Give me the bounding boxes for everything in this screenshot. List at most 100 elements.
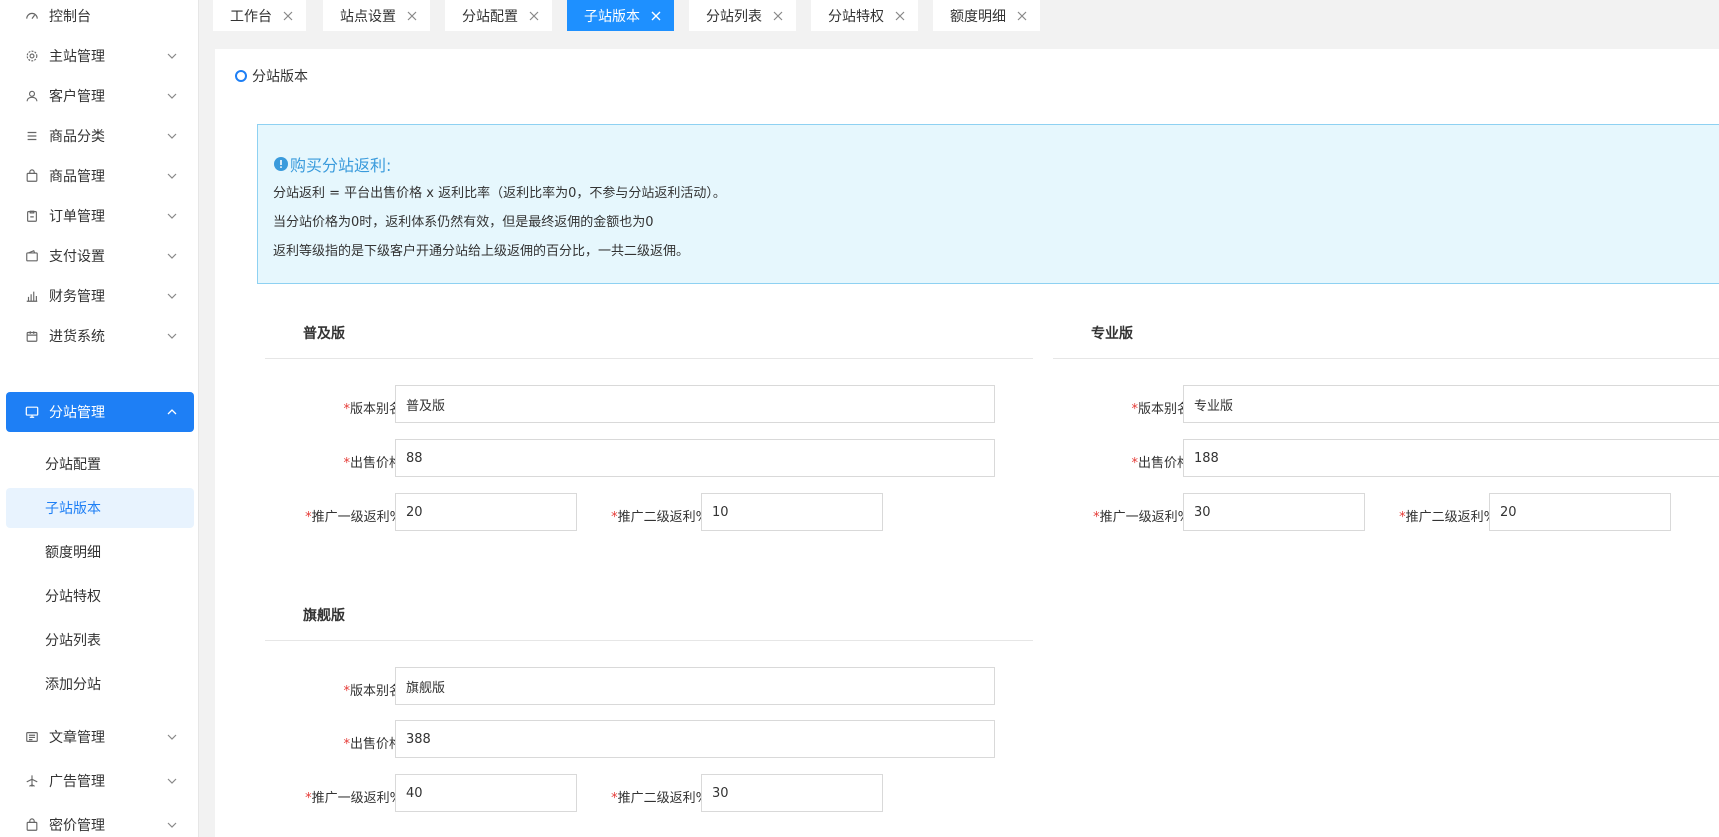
sidebar-item-label: 主站管理 <box>49 49 105 65</box>
list-icon <box>25 129 39 143</box>
alias-label: *版本别名 <box>1131 402 1190 417</box>
notice-title: 购买分站返利: <box>274 152 391 176</box>
user-icon <box>25 89 39 103</box>
level2-label: *推广二级返利% <box>611 510 708 525</box>
notice-line: 分站返利 = 平台出售价格 x 返利比率（返利比率为0，不参与分站返利活动）。 <box>273 186 726 201</box>
tab-label: 站点设置 <box>340 8 396 25</box>
level1-label: *推广一级返利% <box>1093 510 1190 525</box>
version-title: 专业版 <box>1091 326 1133 342</box>
notice-line: 返利等级指的是下级客户开通分站给上级返佣的百分比，一共二级返佣。 <box>273 244 690 259</box>
cart-icon <box>25 329 39 343</box>
circle-icon <box>235 70 247 82</box>
level1-input[interactable] <box>1183 493 1365 531</box>
sidebar-subitem-list[interactable]: 分站列表 <box>6 620 194 660</box>
wallet-icon <box>25 249 39 263</box>
tab-label: 分站特权 <box>828 8 884 25</box>
chevron-up-icon <box>166 406 178 418</box>
alias-label: *版本别名 <box>343 402 402 417</box>
sidebar-item-payment[interactable]: 支付设置 <box>6 236 194 276</box>
close-icon[interactable] <box>772 10 784 22</box>
level2-input[interactable] <box>701 493 883 531</box>
page-title: 分站版本 <box>235 66 308 86</box>
sidebar-item-substation[interactable]: 分站管理 <box>6 392 194 432</box>
divider <box>265 640 1033 641</box>
tab-quota-details[interactable]: 额度明细 <box>933 0 1040 31</box>
chevron-down-icon <box>166 170 178 182</box>
sidebar-item-customers[interactable]: 客户管理 <box>6 76 194 116</box>
close-icon[interactable] <box>894 10 906 22</box>
sidebar-item-articles[interactable]: 文章管理 <box>6 717 194 757</box>
sidebar-item-label: 密价管理 <box>49 818 105 834</box>
monitor-icon <box>25 405 39 419</box>
sidebar-subitem-config[interactable]: 分站配置 <box>6 444 194 484</box>
sidebar-item-orders[interactable]: 订单管理 <box>6 196 194 236</box>
gear-icon <box>25 49 39 63</box>
sidebar-item-label: 控制台 <box>49 9 91 25</box>
tab-label: 分站列表 <box>706 8 762 25</box>
sidebar-item-products[interactable]: 商品管理 <box>6 156 194 196</box>
tab-substation-config[interactable]: 分站配置 <box>445 0 552 31</box>
level2-input[interactable] <box>701 774 883 812</box>
level1-input[interactable] <box>395 774 577 812</box>
notice-line: 当分站价格为0时，返利体系仍然有效，但是最终返佣的金额也为0 <box>273 215 654 230</box>
sidebar-item-ads[interactable]: 广告管理 <box>6 761 194 801</box>
alias-input[interactable] <box>395 667 995 705</box>
tab-label: 分站配置 <box>462 8 518 25</box>
level2-label: *推广二级返利% <box>611 791 708 806</box>
price-label: *出售价格 <box>343 456 402 471</box>
sidebar-item-label: 文章管理 <box>49 730 105 746</box>
alias-input[interactable] <box>1183 385 1719 423</box>
close-icon[interactable] <box>528 10 540 22</box>
sidebar-subitem-versions[interactable]: 子站版本 <box>6 488 194 528</box>
price-input[interactable] <box>395 720 995 758</box>
tab-bar: 工作台 站点设置 分站配置 子站版本 分站列表 分站特权 额度明细 <box>200 0 1719 34</box>
alias-input[interactable] <box>395 385 995 423</box>
sidebar-item-label: 财务管理 <box>49 289 105 305</box>
tab-label: 工作台 <box>230 8 272 25</box>
sidebar-item-label: 客户管理 <box>49 89 105 105</box>
sidebar: 控制台 主站管理 客户管理 商品分类 商品管理 订单管理 支付设置 财务管理 进… <box>0 0 199 837</box>
bag-icon <box>25 818 39 832</box>
dashboard-icon <box>25 9 39 23</box>
sidebar-subitem-privileges[interactable]: 分站特权 <box>6 576 194 616</box>
chevron-down-icon <box>166 50 178 62</box>
sidebar-subitem-add[interactable]: 添加分站 <box>6 664 194 704</box>
tab-workbench[interactable]: 工作台 <box>213 0 306 31</box>
sidebar-item-categories[interactable]: 商品分类 <box>6 116 194 156</box>
main-card: 分站版本 购买分站返利: 分站返利 = 平台出售价格 x 返利比率（返利比率为0… <box>215 49 1719 837</box>
level2-input[interactable] <box>1489 493 1671 531</box>
price-input[interactable] <box>1183 439 1719 477</box>
close-icon[interactable] <box>650 10 662 22</box>
sidebar-item-finance[interactable]: 财务管理 <box>6 276 194 316</box>
close-icon[interactable] <box>406 10 418 22</box>
tab-sub-versions[interactable]: 子站版本 <box>567 0 674 31</box>
tab-label: 子站版本 <box>584 8 640 25</box>
sidebar-item-dashboard[interactable]: 控制台 <box>6 0 194 36</box>
level1-label: *推广一级返利% <box>305 510 402 525</box>
tab-substation-privileges[interactable]: 分站特权 <box>811 0 918 31</box>
notice-title-text: 购买分站返利: <box>290 156 392 175</box>
tab-site-settings[interactable]: 站点设置 <box>323 0 430 31</box>
clipboard-icon <box>25 209 39 223</box>
chevron-down-icon <box>166 130 178 142</box>
price-input[interactable] <box>395 439 995 477</box>
info-icon <box>274 157 288 171</box>
sidebar-subitem-quota[interactable]: 额度明细 <box>6 532 194 572</box>
level1-label: *推广一级返利% <box>305 791 402 806</box>
tab-substation-list[interactable]: 分站列表 <box>689 0 796 31</box>
divider <box>1053 358 1719 359</box>
divider <box>265 358 1033 359</box>
sidebar-item-main-site[interactable]: 主站管理 <box>6 36 194 76</box>
close-icon[interactable] <box>282 10 294 22</box>
sidebar-item-purchasing[interactable]: 进货系统 <box>6 316 194 356</box>
sidebar-item-label: 广告管理 <box>49 774 105 790</box>
sidebar-item-label: 商品分类 <box>49 129 105 145</box>
chevron-down-icon <box>166 330 178 342</box>
sidebar-item-label: 进货系统 <box>49 329 105 345</box>
document-icon <box>25 730 39 744</box>
page-title-text: 分站版本 <box>252 69 308 85</box>
close-icon[interactable] <box>1016 10 1028 22</box>
level1-input[interactable] <box>395 493 577 531</box>
sidebar-item-secret-price[interactable]: 密价管理 <box>6 805 194 837</box>
sidebar-item-label: 分站管理 <box>49 405 105 421</box>
